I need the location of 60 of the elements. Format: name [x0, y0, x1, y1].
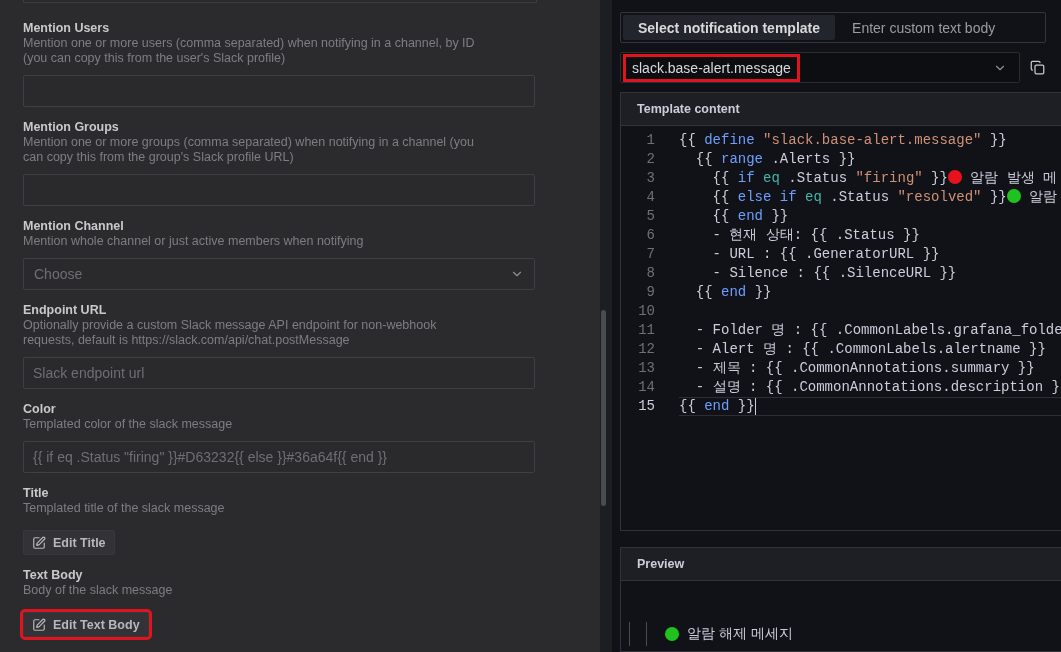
field-label: Text Body [23, 567, 84, 583]
scrollbar-thumb[interactable] [601, 310, 606, 506]
field-label: Color [23, 401, 57, 417]
edit-button[interactable]: Edit Text Body [23, 612, 149, 637]
field-description: Templated title of the slack message [23, 501, 226, 516]
code-line: {{ range .Alerts }} [694, 150, 857, 169]
edit-button[interactable]: Edit Title [23, 530, 115, 555]
line-number: 6 [645, 226, 655, 245]
line-number: 13 [637, 359, 655, 378]
line-number: 4 [645, 188, 655, 207]
code-line: - URL : {{ .GeneratorURL }} [711, 245, 941, 264]
mode-tab[interactable]: Select notification template [623, 15, 836, 40]
field-description: Optionally provide a custom Slack message API endpoint for non-webhook [23, 318, 438, 333]
code-line: {{ if eq .Status "firing" }} 알람 발생 메 [711, 169, 1059, 188]
copy-icon[interactable] [1030, 60, 1045, 75]
text-input-field[interactable]: Slack endpoint url [23, 357, 535, 389]
code-line: - 현재 상태: {{ .Status }} [711, 226, 921, 245]
code-line: {{ end }} [711, 207, 790, 226]
panel-title: Template content [621, 93, 1061, 126]
preview-text: 알람 해제 메세지 [687, 625, 793, 643]
code-line: - 제목 : {{ .CommonAnnotations.summary }} [694, 359, 1036, 378]
field-label: Mention Users [23, 20, 111, 36]
line-number: 9 [645, 283, 655, 302]
code-line: {{ end }} [679, 397, 1061, 416]
line-number: 1 [645, 131, 655, 150]
line-number: 3 [645, 169, 655, 188]
field-description: Mention one or more users (comma separated) when notifying in a channel, by ID [23, 36, 476, 51]
line-number: 7 [645, 245, 655, 264]
line-number: 2 [645, 150, 655, 169]
line-number: 8 [645, 264, 655, 283]
field-description: Body of the slack message [23, 583, 174, 598]
code-line: {{ define "slack.base-alert.message" }} [679, 131, 1008, 150]
field-description: Mention one or more groups (comma separated) when notifying in a channel (you [23, 135, 475, 150]
field-label: Mention Groups [23, 119, 120, 135]
field-label: Mention Channel [23, 218, 125, 234]
line-number: 14 [637, 378, 655, 397]
text-input-field[interactable]: {{ if eq .Status "firing" }}#D63232{{ else }}#36a64f{{ end }} [23, 441, 535, 473]
mode-tab[interactable]: Enter custom text body [837, 15, 1011, 40]
code-line: - Folder 명 : {{ .CommonLabels.grafana_folde [694, 321, 1061, 340]
code-line: {{ end }} [694, 283, 773, 302]
field-description: requests, default is https://slack.com/api/chat.postMessage [23, 333, 351, 348]
edit-icon [32, 535, 46, 550]
line-number: 12 [637, 340, 655, 359]
code-line: {{ else if eq .Status "resolved" }} 알람 [711, 188, 1059, 207]
line-number: 10 [637, 302, 655, 321]
field-description: Templated color of the slack message [23, 417, 234, 432]
line-number: 15 [637, 397, 655, 416]
code-line: - 설명 : {{ .CommonAnnotations.description } [694, 378, 1061, 397]
code-line: - Silence : {{ .SilenceURL }} [711, 264, 958, 283]
field-description: (you can copy this from the user's Slack profile) [23, 51, 287, 66]
line-number: 11 [637, 321, 655, 340]
panel-title: Preview [621, 548, 1061, 581]
template-select[interactable]: slack.base-alert.message [620, 52, 1020, 83]
field-description: can copy this from the group's Slack profile URL) [23, 150, 295, 165]
code-line: - Alert 명 : {{ .CommonLabels.alertname }} [694, 340, 1047, 359]
edit-icon [32, 617, 46, 632]
field-label: Title [23, 485, 50, 501]
line-number: 5 [645, 207, 655, 226]
field-description: Mention whole channel or just active members when notifying [23, 234, 365, 249]
field-label: Endpoint URL [23, 302, 108, 318]
